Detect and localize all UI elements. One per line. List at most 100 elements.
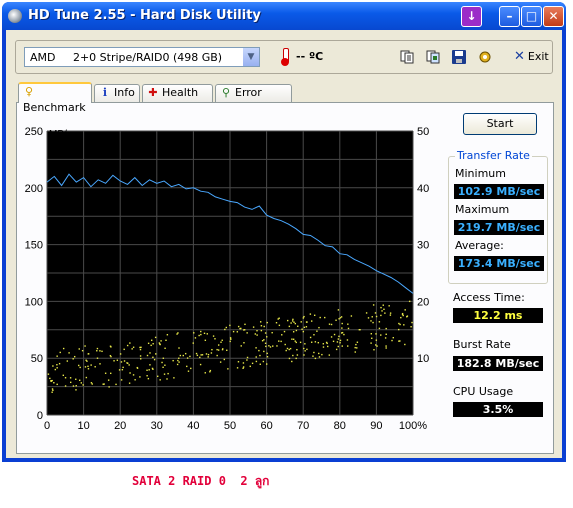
access-time-point: [81, 349, 84, 352]
access-time-point: [229, 337, 232, 339]
access-time-point: [285, 349, 287, 352]
save-icon[interactable]: [452, 50, 466, 64]
down-arrow-button[interactable]: ↓: [461, 6, 482, 27]
minimum-value: 102.9 MB/sec: [454, 184, 544, 199]
access-time-point: [313, 314, 316, 317]
access-time-point: [148, 369, 150, 371]
access-time-point: [161, 361, 163, 364]
x-tick-label: 70: [297, 420, 309, 432]
access-time-point: [64, 377, 67, 379]
access-time-point: [223, 358, 226, 361]
access-time-point: [370, 320, 372, 322]
access-time-point: [265, 345, 267, 348]
access-time-point: [255, 347, 257, 349]
access-time-point: [404, 343, 406, 346]
access-time-point: [79, 366, 81, 369]
drive-dropdown[interactable]: AMD 2+0 Stripe/RAID0 (498 GB) ▼: [24, 47, 260, 67]
access-time-point: [370, 333, 372, 335]
access-time-point: [229, 340, 231, 343]
access-time-point: [113, 360, 115, 362]
tab-error-scan[interactable]: ⚲Error Scan: [215, 84, 292, 115]
access-time-point: [176, 333, 178, 335]
access-time-point: [303, 354, 305, 356]
access-time-point: [333, 333, 336, 336]
access-time-point: [249, 365, 251, 368]
tab-health[interactable]: ✚ Health: [142, 84, 213, 102]
access-time-point: [207, 356, 209, 358]
copy-text-icon[interactable]: [400, 50, 414, 64]
access-time-point: [194, 337, 197, 339]
access-time-point: [132, 346, 135, 348]
y-right-tick-label: 40: [417, 183, 429, 195]
access-time-point: [66, 360, 69, 362]
access-time-point: [254, 333, 257, 335]
access-time-point: [256, 334, 258, 336]
drive-dropdown-value: AMD 2+0 Stripe/RAID0 (498 GB): [30, 51, 223, 64]
access-time-point: [383, 308, 385, 310]
minimize-button[interactable]: –: [499, 6, 520, 27]
access-time-point: [162, 357, 165, 359]
access-time-point: [80, 382, 83, 384]
access-time-point: [255, 356, 257, 358]
y-left-tick-label: 50: [31, 353, 43, 365]
chevron-down-icon[interactable]: ▼: [243, 48, 259, 66]
access-time-point: [56, 383, 58, 386]
access-time-point: [196, 354, 199, 357]
access-time-point: [266, 336, 268, 338]
access-time-point: [408, 300, 411, 303]
access-time-point: [120, 361, 123, 363]
access-time-point: [314, 341, 317, 343]
access-time-point: [186, 365, 188, 368]
options-icon[interactable]: [478, 50, 492, 64]
access-time-point: [259, 354, 261, 357]
access-time-point: [380, 306, 382, 309]
access-time-point: [354, 351, 356, 353]
access-time-point: [53, 382, 55, 384]
access-time-point: [385, 345, 387, 347]
tab-benchmark[interactable]: ♀ Benchmark: [18, 82, 92, 114]
access-time-point: [295, 357, 297, 360]
access-time-point: [140, 358, 142, 360]
access-time-point: [224, 328, 226, 331]
access-time-point: [152, 368, 154, 370]
exit-button[interactable]: ✕ Exit: [514, 49, 549, 64]
access-time-point: [338, 335, 340, 338]
access-time-point: [341, 331, 344, 334]
tab-info[interactable]: i Info: [94, 84, 140, 102]
access-time-point: [115, 383, 117, 386]
access-time-point: [317, 341, 320, 344]
access-time-point: [139, 376, 141, 378]
close-button[interactable]: ✕: [543, 6, 564, 27]
access-time-point: [309, 313, 312, 315]
access-time-point: [404, 309, 406, 311]
access-time-point: [131, 348, 133, 350]
access-time-point: [263, 325, 265, 328]
copy-screenshot-icon[interactable]: [426, 50, 440, 64]
access-time-point: [198, 334, 200, 337]
access-time-point: [367, 317, 370, 319]
access-time-point: [326, 342, 328, 345]
x-tick-label: 60: [260, 420, 272, 432]
access-time-point: [318, 352, 320, 355]
access-time-point: [391, 339, 393, 342]
access-time-point: [160, 340, 162, 342]
title-bar[interactable]: HD Tune 2.55 - Hard Disk Utility ↓ – □ ✕: [2, 2, 566, 30]
access-time-point: [190, 367, 192, 370]
access-time-point: [78, 348, 80, 350]
access-time-point: [295, 341, 297, 344]
x-tick-label: 90: [370, 420, 382, 432]
access-time-point: [90, 382, 93, 384]
access-time-point: [90, 364, 92, 366]
access-time-point: [299, 341, 302, 344]
access-time-point: [355, 343, 357, 346]
access-time-point: [303, 326, 306, 329]
tab-health-label: Health: [162, 86, 199, 99]
access-time-point: [313, 351, 315, 354]
access-time-point: [335, 348, 338, 351]
x-tick-label: 0: [44, 420, 50, 432]
start-button[interactable]: Start: [463, 113, 537, 135]
access-time-point: [178, 361, 180, 363]
y-left-tick-label: 250: [25, 126, 43, 138]
access-time-point: [375, 333, 377, 335]
maximize-button[interactable]: □: [521, 6, 542, 27]
